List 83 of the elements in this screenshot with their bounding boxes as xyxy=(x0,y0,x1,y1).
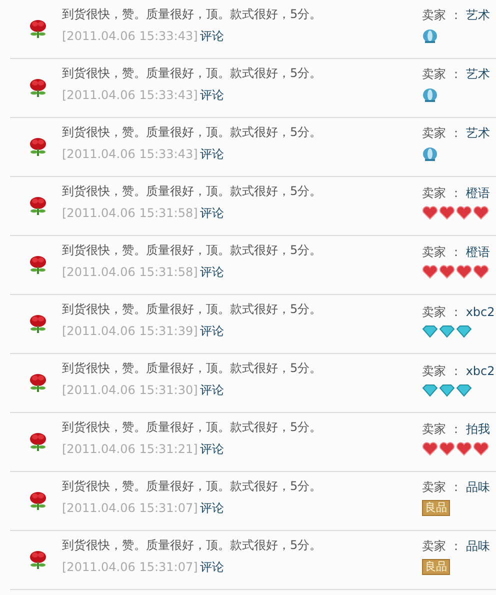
seller-link[interactable]: 橙语 xyxy=(466,184,490,202)
flower-icon xyxy=(29,314,47,334)
seller-label: 卖家 ： xyxy=(422,7,462,24)
review-text: 到货很快，赞。质量很好，顶。款式很好，5分。 xyxy=(62,242,323,259)
seller-link[interactable]: 品味 xyxy=(466,478,490,496)
crown-icon xyxy=(422,87,438,103)
review-text: 到货很快，赞。质量很好，顶。款式很好，5分。 xyxy=(62,478,323,495)
flower-icon xyxy=(29,550,47,570)
seller-link[interactable]: 品味 xyxy=(466,537,490,555)
review-time: [2011.04.06 15:33:43] xyxy=(62,28,198,45)
review-text: 到货很快，赞。质量很好，顶。款式很好，5分。 xyxy=(62,124,323,141)
review-time: [2011.04.06 15:33:43] xyxy=(62,87,198,104)
diamond-icon xyxy=(439,384,455,396)
review-text: 到货很快，赞。质量很好，顶。款式很好，5分。 xyxy=(62,537,323,554)
comment-link[interactable]: 评论 xyxy=(200,322,224,340)
flower-icon xyxy=(29,137,47,157)
comment-link[interactable]: 评论 xyxy=(200,145,224,163)
seller-link[interactable]: 拍我 xyxy=(466,420,490,438)
comment-link[interactable]: 评论 xyxy=(200,558,224,576)
seller-label: 卖家 ： xyxy=(422,244,462,261)
diamond-icon xyxy=(456,384,472,396)
seller-label: 卖家 ： xyxy=(422,304,462,320)
comment-link[interactable]: 评论 xyxy=(200,27,224,45)
heart-icon xyxy=(456,265,472,279)
comment-link[interactable]: 评论 xyxy=(200,86,224,104)
rank-badge: 良品 xyxy=(422,500,450,516)
heart-icon xyxy=(439,265,455,279)
heart-icon xyxy=(456,442,472,456)
review-text: 到货很快，赞。质量很好，顶。款式很好，5分。 xyxy=(62,6,323,23)
review-time: [2011.04.06 15:31:58] xyxy=(62,264,198,281)
seller-link[interactable]: 艺术 xyxy=(466,124,490,142)
flower-icon xyxy=(29,432,47,452)
review-time: [2011.04.06 15:31:39] xyxy=(62,323,198,340)
comment-link[interactable]: 评论 xyxy=(200,440,224,458)
review-text: 到货很快，赞。质量很好，顶。款式很好，5分。 xyxy=(62,65,323,82)
diamond-icon xyxy=(422,324,438,338)
seller-label: 卖家 ： xyxy=(422,185,462,202)
heart-icon xyxy=(422,265,438,279)
seller-label: 卖家 ： xyxy=(422,479,462,496)
comment-link[interactable]: 评论 xyxy=(200,499,224,517)
seller-label: 卖家 ： xyxy=(422,421,462,438)
seller-link[interactable]: 艺术 xyxy=(466,65,490,83)
comment-link[interactable]: 评论 xyxy=(200,381,224,399)
heart-icon xyxy=(422,206,438,220)
seller-link[interactable]: xbc2 xyxy=(466,362,495,380)
diamond-icon xyxy=(456,324,472,338)
flower-icon xyxy=(29,196,47,216)
seller-link[interactable]: 艺术 xyxy=(466,6,490,24)
seller-label: 卖家 ： xyxy=(422,362,462,380)
heart-icon xyxy=(439,442,455,456)
seller-label: 卖家 ： xyxy=(422,66,462,83)
review-time: [2011.04.06 15:33:43] xyxy=(62,146,198,163)
heart-icon xyxy=(456,206,472,220)
heart-icon xyxy=(439,206,455,220)
diamond-icon xyxy=(422,384,438,396)
seller-link[interactable]: 橙语 xyxy=(466,243,490,261)
flower-icon xyxy=(29,373,47,393)
review-time: [2011.04.06 15:31:21] xyxy=(62,441,198,458)
heart-icon xyxy=(422,442,438,456)
review-time: [2011.04.06 15:31:58] xyxy=(62,205,198,222)
flower-icon xyxy=(29,491,47,511)
heart-icon xyxy=(473,206,489,220)
seller-label: 卖家 ： xyxy=(422,538,462,555)
diamond-icon xyxy=(439,324,455,338)
review-text: 到货很快，赞。质量很好，顶。款式很好，5分。 xyxy=(62,183,323,200)
review-time: [2011.04.06 15:31:07] xyxy=(62,500,198,517)
heart-icon xyxy=(473,442,489,456)
rank-badge: 良品 xyxy=(422,559,450,575)
review-text: 到货很快，赞。质量很好，顶。款式很好，5分。 xyxy=(62,419,323,436)
comment-link[interactable]: 评论 xyxy=(200,204,224,222)
flower-icon xyxy=(29,19,47,39)
crown-icon xyxy=(422,146,438,162)
seller-link[interactable]: xbc2 xyxy=(466,302,495,320)
flower-icon xyxy=(29,255,47,275)
comment-link[interactable]: 评论 xyxy=(200,263,224,281)
flower-icon xyxy=(29,78,47,98)
review-time: [2011.04.06 15:31:30] xyxy=(62,382,198,399)
seller-label: 卖家 ： xyxy=(422,125,462,142)
heart-icon xyxy=(473,265,489,279)
review-time: [2011.04.06 15:31:07] xyxy=(62,559,198,576)
review-text: 到货很快，赞。质量很好，顶。款式很好，5分。 xyxy=(62,301,323,318)
review-text: 到货很快，赞。质量很好，顶。款式很好，5分。 xyxy=(62,360,323,377)
crown-icon xyxy=(422,28,438,44)
